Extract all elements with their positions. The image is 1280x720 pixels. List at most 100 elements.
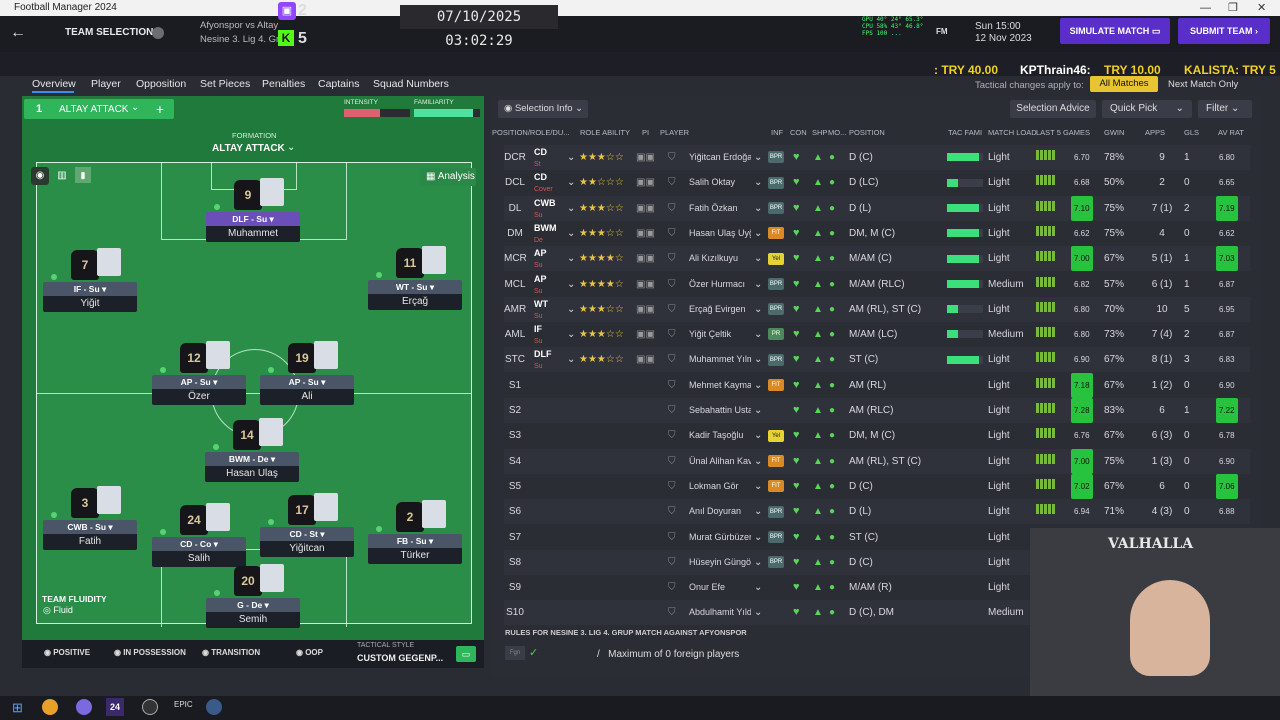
row-position[interactable]: STC — [504, 347, 526, 372]
table-row[interactable]: AMR WT Su ⌄ ★★★☆☆ ▣▣ ⛉ Erçağ Evirgen ⌄ BPR ♥ ▲ ● AM (… — [504, 296, 1250, 322]
pitch-player-card[interactable]: AP - Su ▾ Ali — [260, 375, 354, 405]
col-match-load[interactable]: MATCH LOAD — [988, 128, 1037, 137]
col-position-role[interactable]: POSITION/ROLE/DU... — [492, 128, 570, 137]
all-matches-toggle[interactable]: All Matches — [1090, 76, 1158, 92]
player-role[interactable]: FB - Su ▾ — [368, 534, 462, 548]
row-player-name[interactable]: Mehmet Kaymaz — [689, 373, 751, 398]
row-player-name[interactable]: Sebahattin Usta — [689, 398, 751, 423]
row-position[interactable]: S1 — [504, 373, 526, 398]
row-player-name[interactable]: Erçağ Evirgen — [689, 297, 751, 322]
epic-icon[interactable]: EPIC — [174, 700, 193, 709]
table-row[interactable]: AML IF Su ⌄ ★★★☆☆ ▣▣ ⛉ Yiğit Çeltik ⌄ PR ♥ ▲ ● M/AM (… — [504, 322, 1250, 348]
pitch-player-card[interactable]: CD - St ▾ Yiğitcan — [260, 527, 354, 557]
col-role-ability[interactable]: ROLE ABILITY — [580, 128, 630, 137]
pitch-player-card[interactable]: AP - Su ▾ Özer — [152, 375, 246, 405]
phase-transition[interactable]: ◉ TRANSITION — [202, 648, 260, 657]
col-con[interactable]: CON — [790, 128, 807, 137]
app-icon[interactable] — [142, 699, 158, 715]
row-player-name[interactable]: Yiğit Çeltik — [689, 322, 751, 347]
close-icon[interactable]: ✕ — [1257, 0, 1266, 16]
player-role[interactable]: G - De ▾ — [206, 598, 300, 612]
next-match-toggle[interactable]: Next Match Only — [1168, 79, 1238, 90]
col-shp[interactable]: SHP — [812, 128, 827, 137]
chevron-down-icon[interactable]: ⌄ — [754, 347, 764, 372]
table-row[interactable]: S4 ⛉ Ünal Alihan Kavlak⌄FIT ♥ ▲ ● AM (RL), ST … — [504, 448, 1250, 474]
row-player-name[interactable]: Muhammet Yılmaz — [689, 347, 751, 372]
chevron-down-icon[interactable]: ⌄ — [754, 449, 764, 474]
windows-start-icon[interactable]: ⊞ — [12, 700, 23, 716]
row-position[interactable]: AML — [504, 322, 526, 347]
col-tac-fami[interactable]: TAC FAMI — [948, 128, 982, 137]
row-position[interactable]: MCR — [504, 246, 526, 271]
row-player-name[interactable]: Yiğitcan Erdoğan — [689, 145, 751, 170]
chevron-down-icon[interactable]: ⌄ — [567, 246, 577, 271]
table-row[interactable]: S5 ⛉ Lokman Gör ⌄ FIT ♥ ▲ ● D (C) Light 7.02 67% 6 0 7… — [504, 473, 1250, 499]
table-row[interactable]: STCDLFSu⌄★★★☆☆▣▣⛉Muhammet Yılmaz⌄BPR♥▲●S… — [504, 347, 1250, 373]
phase-positive[interactable]: ◉ POSITIVE — [44, 648, 90, 657]
maximize-icon[interactable]: ❐ — [1228, 0, 1238, 16]
row-role[interactable]: CWB Su — [534, 196, 566, 221]
row-position[interactable]: S10 — [504, 600, 526, 625]
chevron-down-icon[interactable]: ⌄ — [754, 373, 764, 398]
row-position[interactable]: S8 — [504, 550, 526, 575]
row-position[interactable]: S2 — [504, 398, 526, 423]
add-tactic-button[interactable]: + — [150, 100, 170, 118]
row-role[interactable]: CD St — [534, 145, 566, 170]
chevron-down-icon[interactable]: ⌄ — [754, 525, 764, 550]
col-apps[interactable]: APPS — [1145, 128, 1165, 137]
col-last-5[interactable]: LAST 5 GAMES — [1036, 128, 1090, 137]
simulate-match-button[interactable]: SIMULATE MATCH ▭ — [1060, 18, 1170, 44]
chevron-down-icon[interactable]: ⌄ — [754, 474, 764, 499]
chevron-down-icon[interactable]: ⌄ — [754, 499, 764, 524]
row-position[interactable]: DCL — [504, 170, 526, 195]
row-role[interactable]: WT Su — [534, 297, 566, 322]
chevron-down-icon[interactable]: ⌄ — [754, 322, 764, 347]
row-player-name[interactable]: Anıl Doyuran — [689, 499, 751, 524]
row-position[interactable]: AMR — [504, 297, 526, 322]
pitch-player-card[interactable]: G - De ▾ Semih — [206, 598, 300, 628]
pi-icon[interactable]: ▣▣ — [636, 145, 660, 170]
tactic-confirm-icon[interactable]: ▭ — [456, 646, 476, 662]
table-row[interactable]: MCL AP Su ⌄ ★★★★☆ ▣▣ ⛉ Özer Hurmacı ⌄ BPR ♥ ▲ ● M/AM … — [504, 271, 1250, 297]
minimize-icon[interactable]: — — [1200, 0, 1211, 16]
player-role[interactable]: AP - Su ▾ — [152, 375, 246, 389]
steam-icon[interactable] — [206, 699, 222, 715]
row-role[interactable]: DLF Su — [534, 347, 566, 372]
obs-icon[interactable] — [76, 699, 92, 715]
pi-icon[interactable]: ▣▣ — [636, 272, 660, 297]
row-role[interactable]: BWM De — [534, 221, 566, 246]
table-row[interactable]: S2 ⛉ Sebahattin Usta ⌄ ♥ ▲ ● AM (RLC) Light 7.28 8… — [504, 398, 1250, 423]
chevron-down-icon[interactable]: ⌄ — [754, 170, 764, 195]
col-gwin[interactable]: GWIN — [1104, 128, 1124, 137]
pi-icon[interactable]: ▣▣ — [636, 221, 660, 246]
list-view-icon[interactable]: ▮ — [75, 167, 91, 183]
table-row[interactable]: DCR CD St ⌄ ★★★☆☆ ▣▣ ⛉ Yiğitcan Erdoğan ⌄ BPR ♥ ▲ ● D… — [504, 145, 1250, 170]
row-player-name[interactable]: Fatih Özkan — [689, 196, 751, 221]
chevron-down-icon[interactable]: ⌄ — [754, 600, 764, 625]
chevron-down-icon[interactable]: ⌄ — [754, 575, 764, 600]
pi-icon[interactable]: ▣▣ — [636, 170, 660, 195]
row-position[interactable]: DL — [504, 196, 526, 221]
row-player-name[interactable]: Lokman Gör — [689, 474, 751, 499]
pi-icon[interactable]: ▣▣ — [636, 347, 660, 372]
table-row[interactable]: S1 ⛉ Mehmet Kaymaz ⌄ FIT ♥ ▲ ● AM (RL) Light 7.18 6… — [504, 372, 1250, 398]
player-role[interactable]: AP - Su ▾ — [260, 375, 354, 389]
pitch-player-card[interactable]: CD - Co ▾ Salih — [152, 537, 246, 567]
analysis-button[interactable]: ▦ Analysis — [420, 168, 476, 186]
row-player-name[interactable]: Ünal Alihan Kavlak — [689, 449, 751, 474]
row-player-name[interactable]: Ali Kızılkuyu — [689, 246, 751, 271]
back-arrow-icon[interactable]: ← — [10, 24, 26, 42]
chevron-down-icon[interactable]: ⌄ — [567, 196, 577, 221]
chevron-down-icon[interactable]: ⌄ — [567, 145, 577, 170]
tab-set-pieces[interactable]: Set Pieces — [200, 78, 250, 90]
chevron-down-icon[interactable]: ⌄ — [567, 322, 577, 347]
fm24-icon[interactable]: 24 — [106, 698, 124, 716]
pitch-player-card[interactable]: BWM - De ▾ Hasan Ulaş — [205, 452, 299, 482]
pitch-player-card[interactable]: DLF - Su ▾ Muhammet — [206, 212, 300, 242]
phase-oop[interactable]: ◉ OOP — [296, 648, 323, 657]
col-gls[interactable]: GLS — [1184, 128, 1199, 137]
chevron-down-icon[interactable]: ⌄ — [754, 398, 764, 423]
row-position[interactable]: S4 — [504, 449, 526, 474]
table-row[interactable]: MCR AP Su ⌄ ★★★★☆ ▣▣ ⛉ Ali Kızılkuyu ⌄ Yel ♥ ▲ ● M/AM… — [504, 246, 1250, 272]
col-position[interactable]: POSITION — [849, 128, 885, 137]
